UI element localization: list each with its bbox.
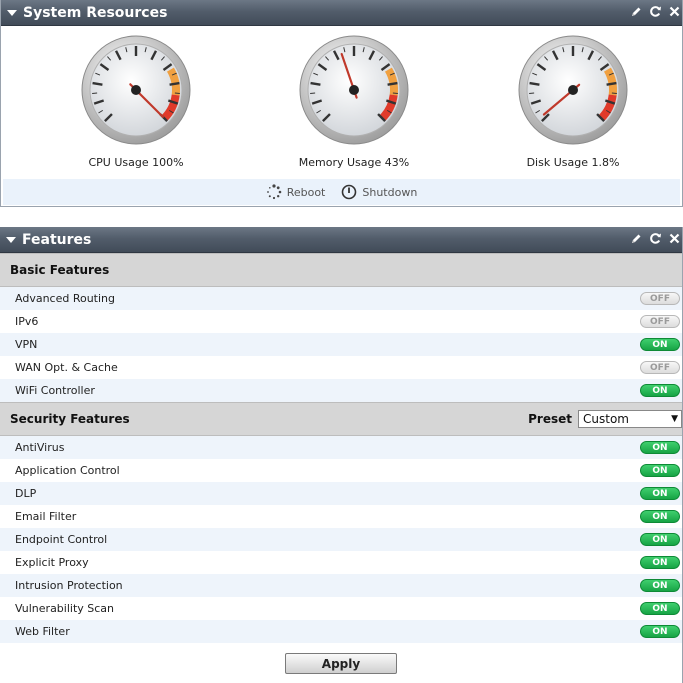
collapse-triangle-icon[interactable] — [6, 236, 16, 243]
pencil-icon[interactable] — [630, 233, 642, 245]
feature-toggle[interactable]: ON — [640, 602, 680, 615]
preset-value: Custom — [583, 412, 629, 426]
features-panel: Features Basic Features Advanced Routing… — [0, 227, 683, 683]
feature-label: DLP — [15, 487, 37, 500]
feature-row-vpn: VPN ON — [0, 333, 682, 356]
cpu-dial — [81, 35, 191, 145]
disk-gauge: Disk Usage 1.8% — [503, 34, 643, 169]
gauge-hub — [131, 85, 141, 95]
shutdown-label: Shutdown — [362, 185, 418, 199]
system-resources-header[interactable]: System Resources — [1, 0, 682, 26]
feature-toggle[interactable]: ON — [640, 384, 680, 397]
basic-features-list: Advanced Routing OFF IPv6 OFF VPN ON WAN Op… — [0, 287, 682, 402]
preset-label: Preset — [528, 412, 572, 426]
memory-dial — [299, 35, 409, 145]
refresh-icon[interactable] — [649, 232, 662, 245]
feature-label: Intrusion Protection — [15, 579, 123, 592]
memory-gauge: Memory Usage 43% — [284, 34, 424, 169]
preset-control: Preset Custom ▼ — [528, 410, 682, 428]
features-header[interactable]: Features — [0, 227, 682, 253]
spinner-icon — [266, 184, 282, 200]
feature-label: WiFi Controller — [15, 384, 95, 397]
feature-label: Advanced Routing — [15, 292, 116, 305]
gauge-hub — [568, 85, 578, 95]
feature-label: Email Filter — [15, 510, 77, 523]
close-icon[interactable] — [669, 233, 680, 244]
feature-label: Application Control — [15, 464, 120, 477]
gauge-tick — [387, 81, 398, 86]
feature-toggle[interactable]: OFF — [640, 361, 680, 374]
feature-label: VPN — [15, 338, 38, 351]
gauge-tick — [310, 81, 321, 86]
refresh-icon[interactable] — [649, 5, 662, 18]
feature-toggle[interactable]: ON — [640, 441, 680, 454]
collapse-triangle-icon[interactable] — [7, 9, 17, 16]
system-resources-panel: System Resources CPU Usage 100% Memory U… — [0, 0, 683, 207]
feature-label: Web Filter — [15, 625, 70, 638]
reboot-button[interactable]: Reboot — [266, 184, 326, 200]
feature-toggle[interactable]: ON — [640, 556, 680, 569]
apply-area: Apply — [0, 653, 682, 674]
feature-toggle[interactable]: ON — [640, 533, 680, 546]
feature-toggle[interactable]: ON — [640, 625, 680, 638]
feature-toggle[interactable]: ON — [640, 464, 680, 477]
feature-toggle[interactable]: ON — [640, 510, 680, 523]
panel-title: System Resources — [23, 4, 168, 21]
gauge-label: CPU Usage 100% — [88, 156, 184, 169]
preset-select[interactable]: Custom ▼ — [578, 410, 682, 428]
pencil-icon[interactable] — [630, 6, 642, 18]
feature-toggle[interactable]: OFF — [640, 315, 680, 328]
gauge-label: Disk Usage 1.8% — [526, 156, 620, 169]
feature-label: IPv6 — [15, 315, 39, 328]
feature-label: Explicit Proxy — [15, 556, 89, 569]
section-title: Security Features — [10, 412, 130, 426]
power-icon — [342, 184, 357, 200]
gauges-area: CPU Usage 100% Memory Usage 43% Disk Usa… — [1, 26, 682, 179]
shutdown-button[interactable]: Shutdown — [341, 184, 417, 200]
cpu-gauge: CPU Usage 100% — [66, 34, 206, 169]
feature-label: WAN Opt. & Cache — [15, 361, 118, 374]
panel-title: Features — [22, 231, 92, 248]
feature-row-application-control: Application Control ON — [0, 459, 682, 482]
feature-row-wifi-controller: WiFi Controller ON — [0, 379, 682, 402]
feature-label: Endpoint Control — [15, 533, 108, 546]
apply-button[interactable]: Apply — [285, 653, 397, 674]
basic-features-heading: Basic Features — [0, 253, 682, 287]
gauge-hub — [349, 85, 359, 95]
security-features-heading: Security Features Preset Custom ▼ — [0, 402, 682, 436]
feature-row-endpoint-control: Endpoint Control ON — [0, 528, 682, 551]
feature-label: Vulnerability Scan — [15, 602, 115, 615]
feature-row-ipv6: IPv6 OFF — [0, 310, 682, 333]
feature-row-dlp: DLP ON — [0, 482, 682, 505]
gauge-tick — [529, 81, 540, 86]
gauge-tick — [606, 81, 617, 86]
feature-toggle[interactable]: ON — [640, 338, 680, 351]
reboot-label: Reboot — [286, 185, 326, 199]
feature-row-antivirus: AntiVirus ON — [0, 436, 682, 459]
feature-toggle[interactable]: ON — [640, 579, 680, 592]
dropdown-arrow-icon: ▼ — [671, 414, 678, 424]
feature-toggle[interactable]: ON — [640, 487, 680, 500]
system-actions-bar: Reboot Shutdown — [3, 179, 680, 205]
gauge-tick — [92, 81, 103, 86]
gauge-label: Memory Usage 43% — [298, 156, 410, 169]
feature-label: AntiVirus — [15, 441, 65, 454]
gauge-tick — [169, 81, 180, 86]
disk-dial — [518, 35, 628, 145]
security-features-list: AntiVirus ON Application Control ON DLP ON … — [0, 436, 682, 643]
feature-row-advanced-routing: Advanced Routing OFF — [0, 287, 682, 310]
feature-row-intrusion-protection: Intrusion Protection ON — [0, 574, 682, 597]
feature-row-web-filter: Web Filter ON — [0, 620, 682, 643]
feature-row-explicit-proxy: Explicit Proxy ON — [0, 551, 682, 574]
feature-row-email-filter: Email Filter ON — [0, 505, 682, 528]
feature-toggle[interactable]: OFF — [640, 292, 680, 305]
feature-row-wan-opt: WAN Opt. & Cache OFF — [0, 356, 682, 379]
section-title: Basic Features — [10, 263, 110, 277]
feature-row-vulnerability-scan: Vulnerability Scan ON — [0, 597, 682, 620]
close-icon[interactable] — [669, 6, 680, 17]
